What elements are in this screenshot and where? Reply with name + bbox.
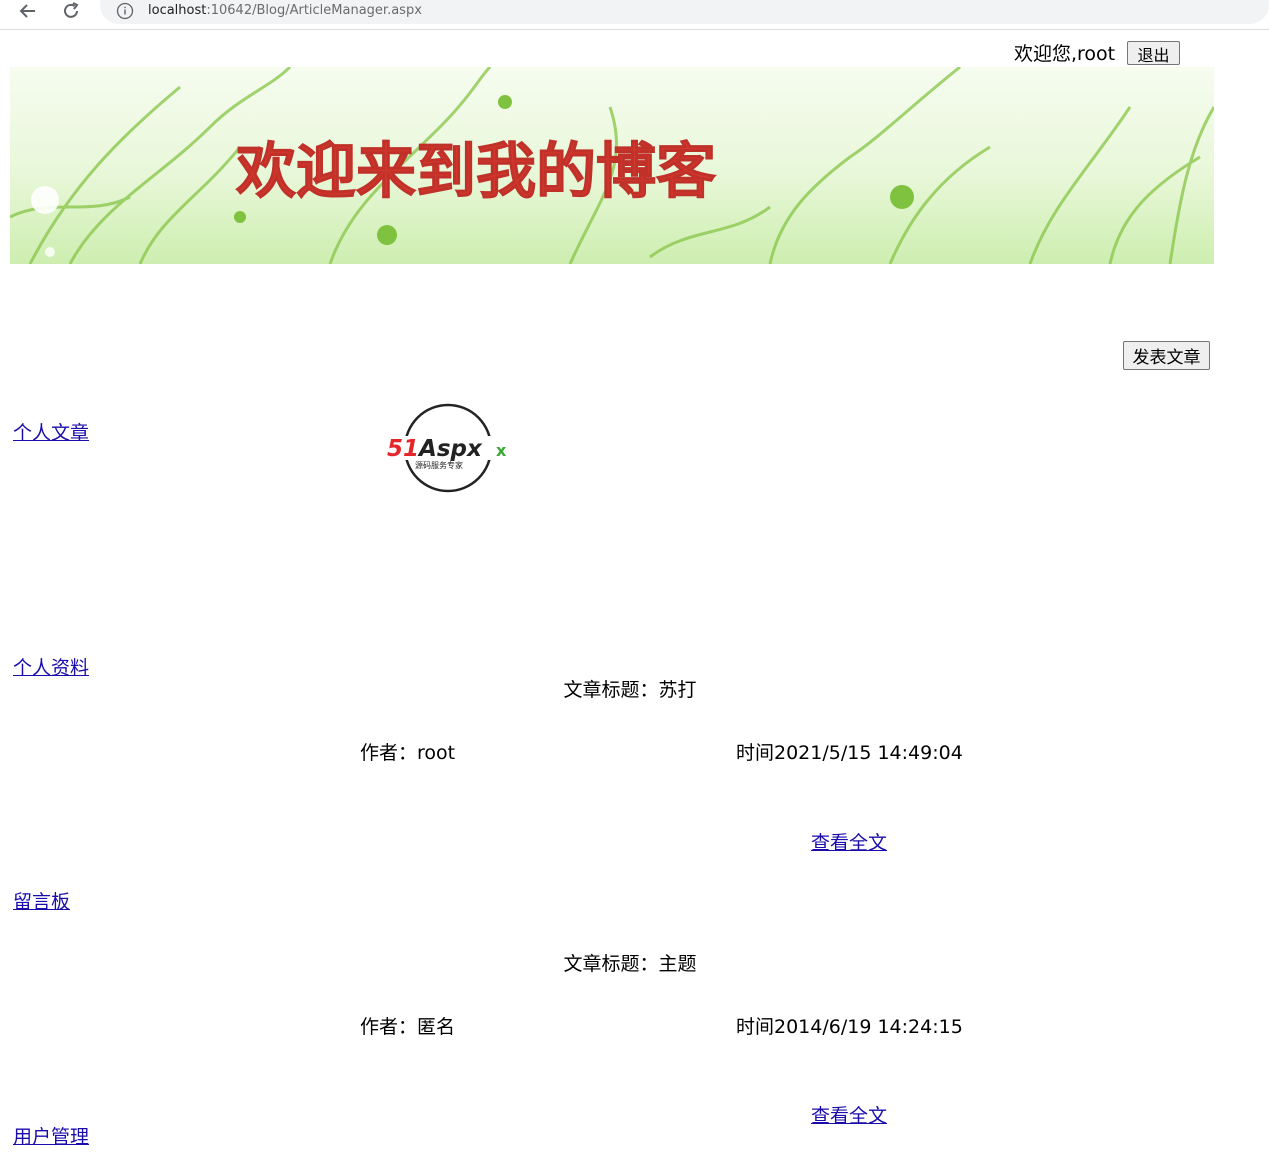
- read-full-article-link[interactable]: 查看全文: [811, 1104, 887, 1128]
- site-info-icon[interactable]: [116, 2, 134, 20]
- back-arrow-icon[interactable]: [17, 0, 39, 22]
- logo-x-mark: x: [496, 441, 507, 460]
- article-time: 时间2021/5/15 14:49:04: [736, 742, 963, 764]
- sidebar-item-user-management[interactable]: 用户管理: [13, 1125, 89, 1149]
- article-time: 时间2014/6/19 14:24:15: [736, 1016, 963, 1038]
- reload-icon[interactable]: [60, 0, 82, 22]
- logo-tagline: 源码服务专家: [415, 460, 463, 470]
- site-logo: 51Aspx 源码服务专家 x: [385, 403, 513, 493]
- blog-banner: 欢迎来到我的博客: [10, 67, 1214, 264]
- article-title: 文章标题：主题: [563, 953, 697, 975]
- logout-button[interactable]: 退出: [1127, 41, 1180, 65]
- post-article-button[interactable]: 发表文章: [1123, 341, 1210, 370]
- sidebar-item-personal-articles[interactable]: 个人文章: [13, 421, 89, 445]
- sidebar-item-profile[interactable]: 个人资料: [13, 656, 89, 680]
- url-host: localhost: [148, 3, 207, 18]
- url-text[interactable]: localhost:10642/Blog/ArticleManager.aspx: [148, 2, 422, 20]
- article-author: 作者：root: [359, 742, 456, 764]
- article-title: 文章标题：苏打: [563, 679, 697, 701]
- url-path: :10642/Blog/ArticleManager.aspx: [206, 3, 422, 18]
- article-author: 作者：匿名: [359, 1016, 455, 1038]
- welcome-message: 欢迎您,root: [1014, 43, 1116, 65]
- read-full-article-link[interactable]: 查看全文: [811, 831, 887, 855]
- banner-title: 欢迎来到我的博客: [235, 137, 716, 207]
- browser-toolbar: localhost:10642/Blog/ArticleManager.aspx: [0, 0, 1269, 30]
- logo-brand-text: 51Aspx: [387, 436, 483, 462]
- sidebar-item-message-board[interactable]: 留言板: [13, 890, 70, 914]
